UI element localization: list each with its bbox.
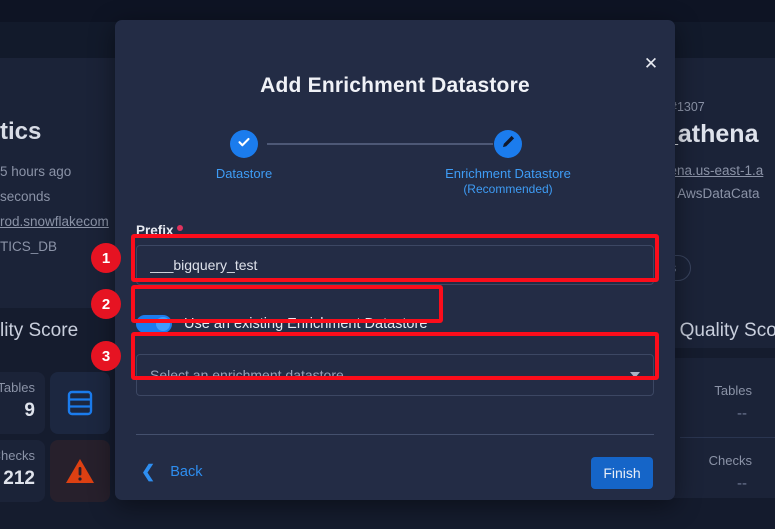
database-icon — [67, 389, 93, 422]
toggle-knob — [156, 317, 170, 331]
add-enrichment-datastore-modal: ✕ Add Enrichment Datastore Datastore Enr… — [115, 20, 675, 500]
right-checks-label: Checks — [708, 453, 752, 468]
modal-footer-divider — [136, 434, 654, 435]
left-quality-score-heading: lity Score — [0, 320, 79, 341]
left-checks-tile: Checks 212 — [0, 440, 45, 502]
left-datastore-title: tics — [0, 118, 42, 145]
stepper-step-enrichment[interactable] — [494, 130, 522, 158]
left-warning-tile — [50, 440, 110, 502]
right-datastore-id: #1307 — [670, 100, 705, 114]
left-database-name: TICS_DB — [0, 239, 58, 254]
right-quality-score-heading: · Quality Sco — [668, 320, 775, 341]
right-catalog-subtitle: e: AwsDataCata — [663, 186, 760, 201]
pencil-icon — [501, 134, 516, 154]
required-indicator-icon — [177, 225, 183, 231]
stepper-label-enrichment: Enrichment Datastore — [445, 166, 571, 181]
stepper-step-datastore[interactable] — [230, 130, 258, 158]
left-database-tile — [50, 372, 110, 434]
close-icon[interactable]: ✕ — [639, 51, 663, 75]
right-tables-label: Tables — [714, 383, 752, 398]
prefix-label: Prefix — [136, 223, 174, 238]
left-tables-tile: Tables 9 — [0, 372, 45, 434]
right-stats-divider — [680, 437, 775, 438]
annotation-badge-1: 1 — [91, 243, 121, 273]
prefix-input[interactable] — [136, 245, 654, 285]
check-icon — [236, 134, 252, 155]
wizard-stepper: Datastore Enrichment Datastore (Recommen… — [115, 130, 675, 200]
stepper-label-datastore: Datastore — [215, 166, 273, 181]
window-topbar — [0, 0, 775, 22]
stepper-sublabel-enrichment: (Recommended) — [463, 182, 553, 196]
chevron-down-icon — [630, 372, 640, 378]
modal-title: Add Enrichment Datastore — [260, 74, 530, 97]
right-tables-value: -- — [737, 405, 747, 422]
warning-triangle-icon — [65, 457, 95, 490]
finish-button[interactable]: Finish — [591, 457, 653, 489]
right-host-link[interactable]: hena.us-east-1.a — [662, 163, 763, 178]
right-checks-value: -- — [737, 475, 747, 492]
page-bottom-strip — [660, 498, 775, 529]
back-button-label: Back — [170, 463, 203, 480]
enrichment-datastore-select-value: Select an enrichment datastore — [150, 367, 344, 383]
chevron-left-icon: ❮ — [141, 462, 156, 481]
annotation-badge-3: 3 — [91, 341, 121, 371]
left-tables-value: 9 — [24, 400, 35, 421]
left-checks-label: Checks — [0, 448, 35, 463]
left-host-link[interactable]: rod.snowflakecom — [0, 214, 109, 229]
left-duration: seconds — [0, 189, 51, 204]
use-existing-enrichment-label: Use an existing Enrichment Datastore — [184, 316, 428, 332]
left-tables-label: Tables — [0, 380, 35, 395]
enrichment-datastore-select[interactable]: Select an enrichment datastore — [136, 354, 654, 396]
left-checks-value: 212 — [3, 468, 35, 489]
use-existing-enrichment-toggle-row[interactable]: Use an existing Enrichment Datastore — [136, 312, 427, 336]
stepper-connector-line — [267, 143, 493, 145]
left-last-updated: 5 hours ago — [0, 164, 72, 179]
use-existing-enrichment-toggle[interactable] — [136, 315, 172, 333]
annotation-badge-2: 2 — [91, 289, 121, 319]
right-datastore-title: _athena — [664, 120, 759, 148]
back-button[interactable]: ❮ Back — [141, 463, 203, 480]
